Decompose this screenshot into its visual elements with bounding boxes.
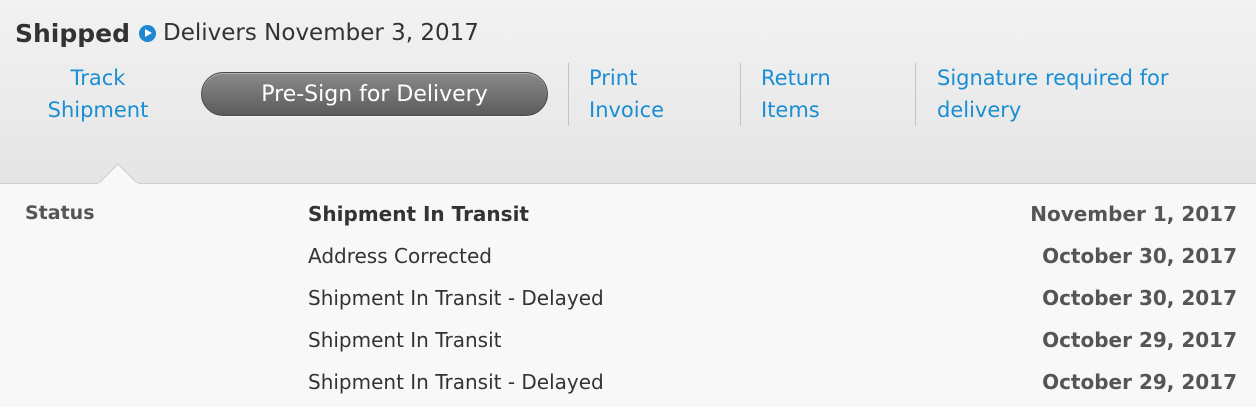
event-status: Shipment In Transit [308,202,529,226]
event-status: Address Corrected [308,244,493,268]
tracking-event-row: Shipment In Transit October 29, 2017 [0,323,1256,365]
order-header-panel: Shipped Delivers November 3, 2017 Track … [0,0,1256,184]
event-status: Shipment In Transit - Delayed [308,286,604,310]
tracking-event-row: Shipment In Transit November 1, 2017 [0,197,1256,239]
print-invoice-label-line1: Print [589,66,638,90]
event-date: October 29, 2017 [1042,328,1237,352]
print-invoice-link[interactable]: Print Invoice [589,62,664,126]
event-date: November 1, 2017 [1030,202,1237,226]
event-date: October 30, 2017 [1042,244,1237,268]
play-circle-icon[interactable] [139,24,157,42]
signature-label-line1: Signature required for [937,66,1169,90]
shipment-status-line: Shipped Delivers November 3, 2017 [15,15,479,51]
print-invoice-label-line2: Invoice [589,98,665,122]
track-shipment-link[interactable]: Track Shipment [47,62,149,126]
tracking-event-row: Address Corrected October 30, 2017 [0,239,1256,281]
pre-sign-button[interactable]: Pre-Sign for Delivery [201,72,548,116]
divider [568,63,569,126]
divider [915,63,916,126]
tracking-events-list: Shipment In Transit November 1, 2017 Add… [0,197,1256,407]
signature-label-line2: delivery [937,98,1022,122]
event-date: October 29, 2017 [1042,370,1237,394]
divider [740,63,741,126]
tracking-event-row: Shipment In Transit - Delayed October 29… [0,365,1256,407]
event-date: October 30, 2017 [1042,286,1237,310]
event-status: Shipment In Transit [308,328,502,352]
event-status: Shipment In Transit - Delayed [308,370,604,394]
return-items-label-line1: Return [761,66,831,90]
return-items-link[interactable]: Return Items [761,62,831,126]
track-shipment-label-line2: Shipment [47,98,149,122]
signature-required-link[interactable]: Signature required for delivery [937,62,1169,126]
delivery-date: Delivers November 3, 2017 [163,20,479,46]
return-items-label-line2: Items [761,98,820,122]
shipment-status: Shipped [15,18,131,48]
tracking-event-row: Shipment In Transit - Delayed October 30… [0,281,1256,323]
track-shipment-label-line1: Track [70,66,126,90]
active-tab-caret [98,163,138,184]
